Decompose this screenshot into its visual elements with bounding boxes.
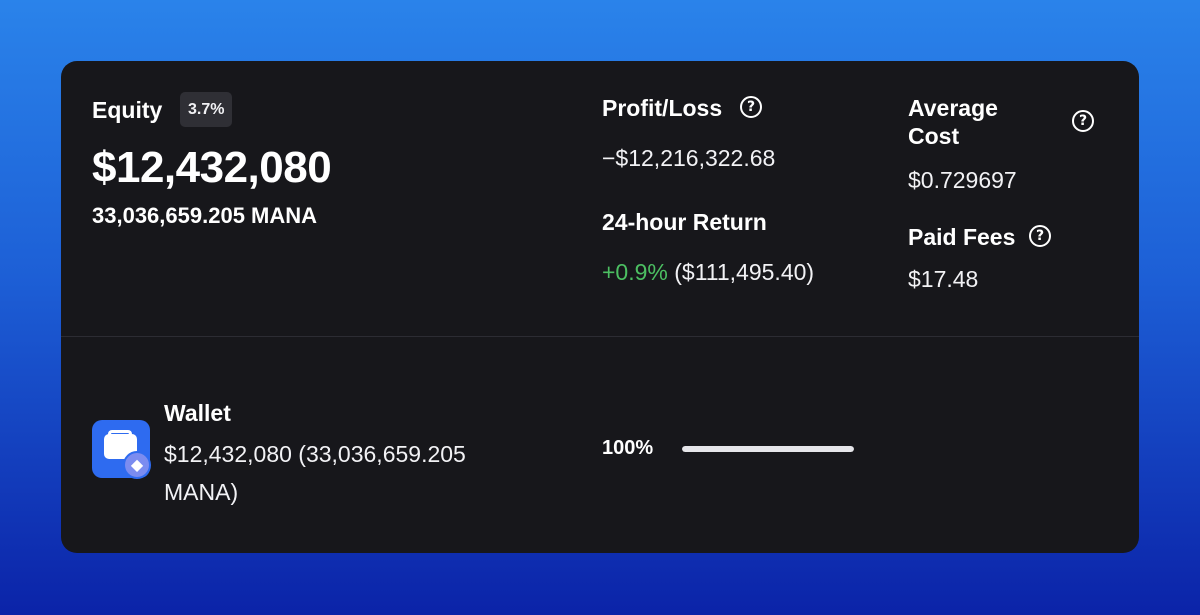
wallet-allocation-fill [682,446,854,452]
equity-percent-badge: 3.7% [180,92,233,127]
paid-fees-help-icon[interactable]: ? [1029,225,1051,247]
return-24h-amount: ($111,495.40) [674,259,815,285]
equity-label: Equity [92,97,163,123]
average-cost-help-icon[interactable]: ? [1072,110,1094,132]
ethereum-icon: ◆ [123,451,151,479]
average-cost-value: $0.729697 [908,167,1017,193]
equity-value: $12,432,080 [92,143,332,192]
wallet-title: Wallet [164,400,231,426]
section-divider [61,336,1139,337]
paid-fees-value: $17.48 [908,266,979,292]
profit-loss-label: Profit/Loss [602,95,723,121]
equity-token-amount: 33,036,659.205 MANA [92,203,318,228]
return-24h-value: +0.9% ($111,495.40) [602,259,814,286]
position-card: Equity 3.7% $12,432,080 33,036,659.205 M… [61,61,1139,553]
profit-loss-help-icon[interactable]: ? [740,96,762,118]
profit-loss-value: −$12,216,322.68 [602,145,776,171]
wallet-icon: ◆ [92,420,151,479]
wallet-amount: $12,432,080 (33,036,659.205 MANA) [164,441,466,505]
return-24h-percent: +0.9% [602,259,668,285]
wallet-allocation-percent: 100% [602,437,654,459]
wallet-allocation-bar [682,446,854,452]
paid-fees-label: Paid Fees [908,224,1016,250]
return-24h-label: 24-hour Return [602,209,767,235]
average-cost-label: Average Cost [908,95,998,149]
